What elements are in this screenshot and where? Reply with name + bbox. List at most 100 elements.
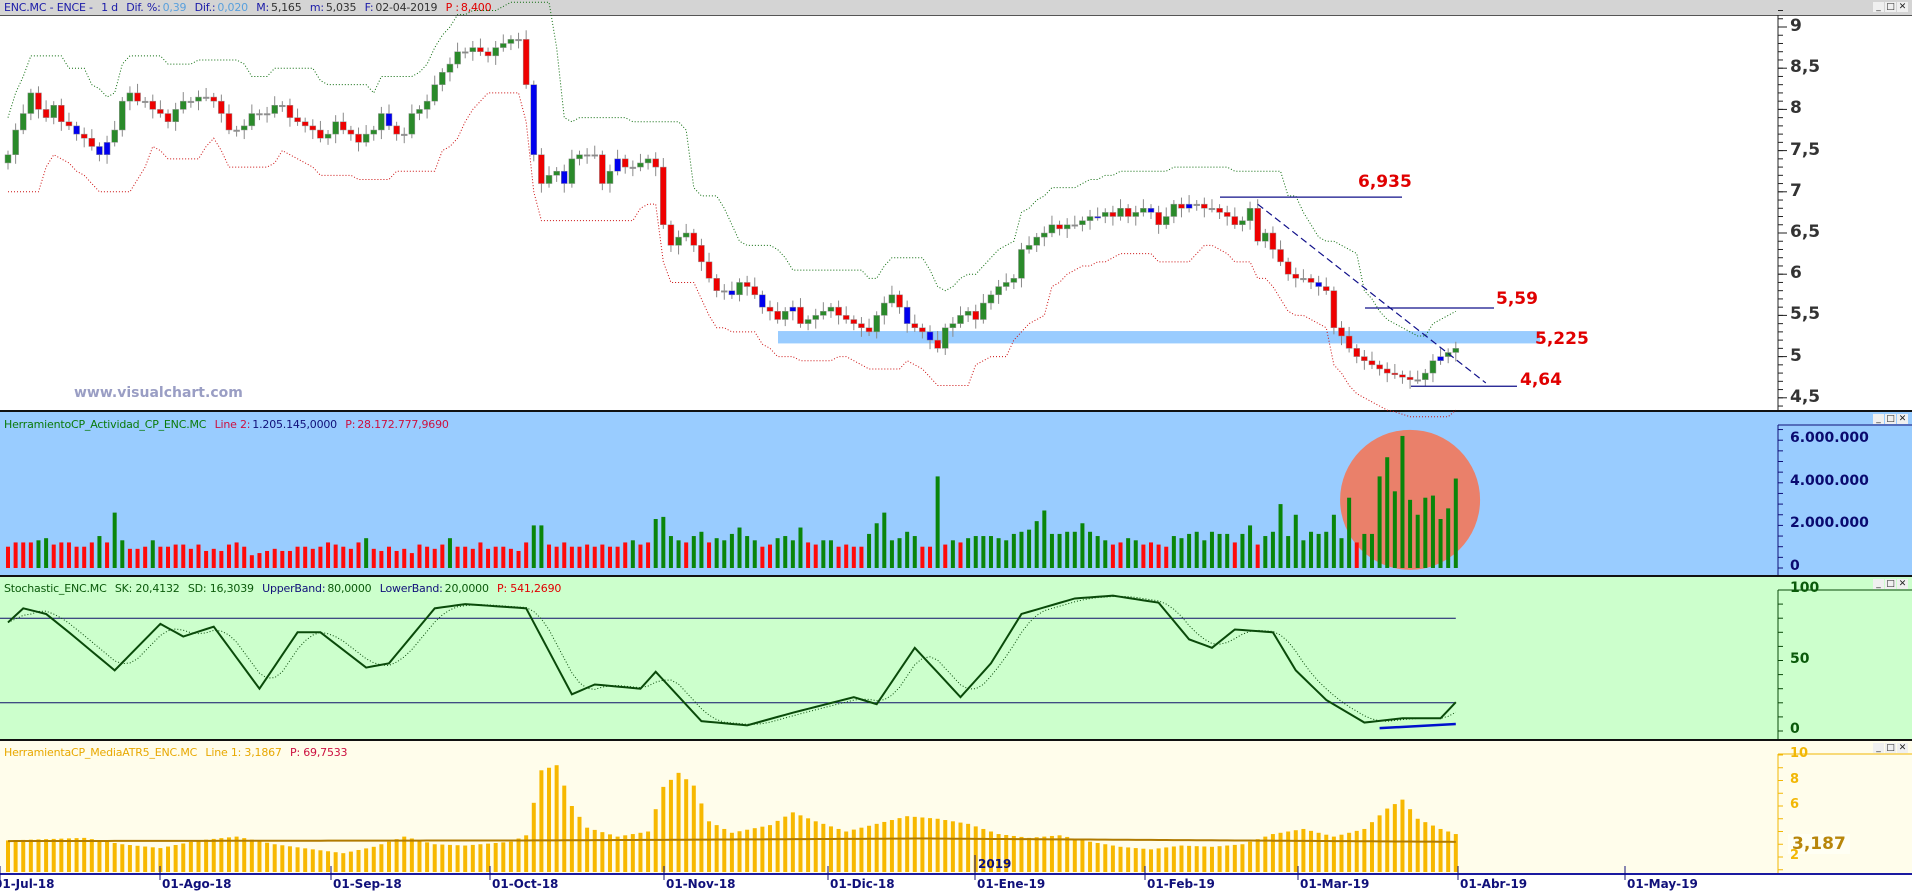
candle[interactable] [721, 284, 728, 300]
candle[interactable] [1292, 267, 1300, 288]
candle[interactable] [42, 100, 50, 122]
candle[interactable] [1391, 364, 1399, 379]
candle[interactable] [378, 106, 385, 140]
candle[interactable] [1086, 209, 1094, 230]
candle[interactable] [1002, 273, 1010, 291]
candle[interactable] [88, 129, 96, 151]
candle[interactable] [507, 35, 515, 51]
candle[interactable] [248, 104, 256, 130]
candle[interactable] [240, 119, 248, 140]
candle[interactable] [713, 274, 720, 298]
candle[interactable] [400, 127, 408, 144]
candle[interactable] [1178, 197, 1185, 218]
candle[interactable] [408, 104, 416, 139]
candle[interactable] [522, 30, 530, 89]
candle[interactable] [50, 101, 57, 125]
candle[interactable] [553, 167, 560, 182]
candle[interactable] [187, 97, 195, 108]
candle[interactable] [218, 94, 225, 123]
candle[interactable] [705, 252, 713, 283]
candle[interactable] [561, 164, 568, 193]
candle[interactable] [1208, 199, 1216, 213]
candle[interactable] [827, 303, 835, 318]
candle[interactable] [1063, 218, 1071, 238]
candle[interactable] [1437, 347, 1444, 365]
candle[interactable] [256, 109, 263, 121]
candle[interactable] [1300, 269, 1307, 283]
candle[interactable] [1140, 199, 1147, 217]
candle[interactable] [812, 308, 819, 329]
candle[interactable] [103, 135, 111, 164]
candle[interactable] [301, 117, 309, 133]
candle[interactable] [736, 278, 743, 302]
candle[interactable] [621, 154, 629, 174]
candle[interactable] [1132, 205, 1140, 226]
candle[interactable] [1010, 274, 1018, 290]
candle[interactable] [157, 100, 164, 118]
candle[interactable] [65, 112, 73, 130]
candle[interactable] [149, 94, 157, 119]
candle[interactable] [1330, 286, 1338, 335]
candle[interactable] [1429, 354, 1437, 383]
candle[interactable] [225, 104, 233, 135]
candle[interactable] [1422, 368, 1429, 387]
candle[interactable] [1323, 277, 1330, 295]
candle[interactable] [1025, 236, 1033, 254]
candle[interactable] [454, 42, 461, 69]
candle[interactable] [164, 109, 172, 129]
candle[interactable] [19, 104, 27, 135]
candle[interactable] [781, 307, 789, 327]
candle[interactable] [987, 290, 995, 310]
candle[interactable] [1147, 204, 1155, 219]
candle[interactable] [682, 223, 690, 242]
candle[interactable] [1414, 370, 1421, 384]
candle[interactable] [766, 300, 774, 321]
candle[interactable] [1124, 204, 1132, 224]
candle[interactable] [538, 148, 545, 193]
candle[interactable] [1368, 351, 1376, 369]
candle[interactable] [484, 47, 492, 63]
candle[interactable] [1193, 200, 1200, 211]
candle[interactable] [675, 230, 682, 255]
candle[interactable] [1071, 215, 1079, 229]
candle[interactable] [972, 304, 979, 329]
candle[interactable] [759, 290, 766, 314]
candle[interactable] [1376, 360, 1383, 376]
candle[interactable] [477, 38, 484, 56]
candle[interactable] [423, 94, 431, 119]
candle[interactable] [172, 102, 179, 131]
candle[interactable] [583, 148, 591, 164]
candle[interactable] [279, 101, 286, 112]
candle[interactable] [743, 275, 751, 296]
candle[interactable] [789, 300, 797, 321]
candle[interactable] [58, 98, 65, 131]
candle[interactable] [728, 281, 736, 299]
candle[interactable] [980, 293, 987, 324]
candle[interactable] [1452, 341, 1460, 362]
candle[interactable] [644, 154, 652, 170]
candle[interactable] [362, 125, 370, 147]
candle[interactable] [530, 80, 538, 162]
candle[interactable] [995, 279, 1002, 304]
candle[interactable] [614, 149, 621, 176]
candle[interactable] [896, 290, 903, 314]
candle[interactable] [263, 106, 271, 123]
candle[interactable] [1170, 200, 1178, 224]
candle[interactable] [1223, 205, 1231, 226]
candle[interactable] [1109, 205, 1117, 226]
candle[interactable] [385, 104, 393, 130]
candle[interactable] [1018, 242, 1025, 288]
candle[interactable] [500, 34, 507, 52]
candle[interactable] [1383, 362, 1391, 383]
candle[interactable] [1056, 220, 1063, 236]
candle[interactable] [1117, 199, 1124, 221]
candle[interactable] [393, 121, 400, 141]
candle[interactable] [797, 298, 804, 328]
candle[interactable] [1155, 205, 1162, 234]
candle[interactable] [355, 127, 362, 152]
candle[interactable] [1102, 208, 1109, 224]
candle[interactable] [439, 68, 446, 92]
candle[interactable] [1079, 216, 1086, 232]
candle[interactable] [599, 150, 606, 191]
candle[interactable] [1246, 201, 1254, 230]
